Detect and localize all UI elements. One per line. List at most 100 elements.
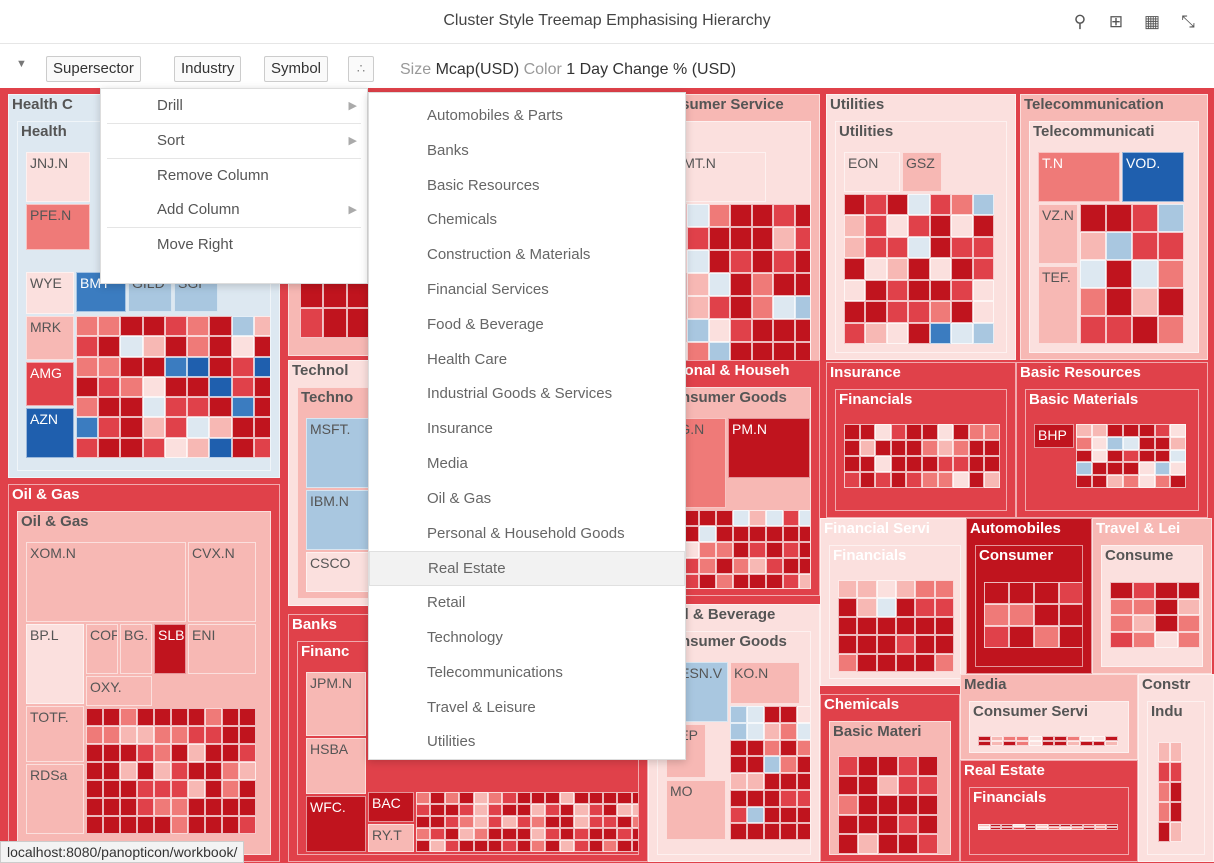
submenu-item[interactable]: Retail xyxy=(369,586,685,621)
leaf-cell[interactable] xyxy=(588,816,603,828)
leaf-cell[interactable] xyxy=(937,472,954,488)
leaf-cell[interactable] xyxy=(799,526,810,542)
leaf-cell[interactable] xyxy=(865,258,887,280)
leaf-cell[interactable] xyxy=(687,319,709,342)
size-value[interactable]: Mcap(USD) xyxy=(436,61,520,78)
leaf-cell[interactable] xyxy=(1154,462,1171,476)
leaf-cell[interactable] xyxy=(934,598,954,617)
leaf-cell[interactable] xyxy=(929,301,952,323)
leaf-cell[interactable]: XOM.N xyxy=(26,542,186,622)
leaf-cell[interactable] xyxy=(875,440,891,456)
leaf-cell[interactable] xyxy=(1080,316,1106,344)
leaf-cell[interactable] xyxy=(430,828,445,840)
leaf-cell[interactable] xyxy=(239,816,256,834)
leaf-cell[interactable] xyxy=(763,756,781,773)
leaf-cell[interactable] xyxy=(838,756,858,776)
leaf-cell[interactable] xyxy=(559,816,575,828)
leaf-cell[interactable] xyxy=(934,635,954,654)
leaf-cell[interactable] xyxy=(222,762,239,780)
leaf-cell[interactable] xyxy=(559,840,575,852)
leaf-cell[interactable] xyxy=(922,456,938,472)
leaf-cell[interactable] xyxy=(708,273,731,296)
leaf-cell[interactable] xyxy=(205,762,222,780)
leaf-cell[interactable] xyxy=(502,792,517,804)
leaf-cell[interactable] xyxy=(142,376,165,398)
leaf-cell[interactable] xyxy=(898,775,918,796)
leaf-cell[interactable] xyxy=(746,773,764,790)
leaf-cell[interactable] xyxy=(898,795,918,815)
leaf-cell[interactable]: CVX.N xyxy=(188,542,256,622)
submenu-item[interactable]: Financial Services xyxy=(369,273,685,308)
leaf-cell[interactable] xyxy=(1170,762,1182,782)
leaf-cell[interactable] xyxy=(631,840,638,852)
treemap-group[interactable]: Real Estate Financials xyxy=(960,760,1138,862)
leaf-cell[interactable] xyxy=(716,526,733,542)
leaf-cell[interactable] xyxy=(205,816,222,834)
leaf-cell[interactable] xyxy=(934,653,954,672)
leaf-cell[interactable] xyxy=(937,440,954,456)
leaf-cell[interactable] xyxy=(908,194,930,216)
leaf-cell[interactable] xyxy=(154,780,171,798)
leaf-cell[interactable] xyxy=(98,376,121,398)
leaf-cell[interactable] xyxy=(1091,462,1108,476)
leaf-cell[interactable] xyxy=(896,653,916,672)
leaf-cell[interactable] xyxy=(1106,316,1132,344)
leaf-cell[interactable] xyxy=(751,227,774,250)
leaf-cell[interactable] xyxy=(154,726,171,744)
leaf-cell[interactable] xyxy=(794,250,810,273)
submenu-item[interactable]: Construction & Materials xyxy=(369,238,685,273)
auto-hierarchy-icon[interactable]: ∴ xyxy=(348,56,374,82)
leaf-cell[interactable] xyxy=(473,792,488,804)
leaf-cell[interactable] xyxy=(730,296,752,319)
leaf-cell[interactable]: WFC. xyxy=(306,796,366,852)
leaf-cell[interactable] xyxy=(531,828,546,840)
leaf-cell[interactable] xyxy=(687,227,709,250)
leaf-cell[interactable] xyxy=(1059,582,1082,604)
leaf-cell[interactable] xyxy=(103,762,120,780)
leaf-cell[interactable] xyxy=(799,574,810,588)
leaf-cell[interactable] xyxy=(972,236,994,259)
submenu-item[interactable]: Technology xyxy=(369,621,685,656)
leaf-cell[interactable] xyxy=(531,804,546,816)
leaf-cell[interactable] xyxy=(984,582,1009,604)
leaf-cell[interactable] xyxy=(857,616,877,636)
leaf-cell[interactable] xyxy=(794,227,810,250)
leaf-cell[interactable] xyxy=(773,273,795,296)
leaf-cell[interactable] xyxy=(749,574,766,588)
leaf-cell[interactable] xyxy=(699,510,716,526)
leaf-cell[interactable] xyxy=(978,741,991,746)
leaf-cell[interactable] xyxy=(76,316,99,337)
leaf-cell[interactable] xyxy=(732,574,750,588)
leaf-cell[interactable] xyxy=(1158,204,1184,232)
leaf-cell[interactable] xyxy=(716,510,733,526)
leaf-cell[interactable] xyxy=(1076,462,1092,476)
leaf-cell[interactable] xyxy=(1132,615,1155,632)
leaf-cell[interactable] xyxy=(1170,424,1186,437)
leaf-cell[interactable] xyxy=(708,204,731,227)
leaf-cell[interactable] xyxy=(865,236,887,259)
leaf-cell[interactable] xyxy=(730,722,747,740)
leaf-cell[interactable] xyxy=(844,440,860,456)
leaf-cell[interactable] xyxy=(1158,742,1170,762)
leaf-cell[interactable] xyxy=(1048,827,1060,830)
leaf-cell[interactable] xyxy=(951,194,973,216)
menu-item-sort[interactable]: Sort ▶ xyxy=(101,124,367,158)
leaf-cell[interactable] xyxy=(1076,424,1092,437)
leaf-cell[interactable] xyxy=(773,319,795,342)
leaf-cell[interactable] xyxy=(1132,316,1158,344)
leaf-cell[interactable] xyxy=(1170,782,1182,802)
leaf-cell[interactable] xyxy=(142,417,165,438)
leaf-cell[interactable] xyxy=(164,397,188,418)
submenu-item[interactable]: Telecommunications xyxy=(369,656,685,691)
leaf-cell[interactable] xyxy=(951,236,973,259)
leaf-cell[interactable] xyxy=(844,456,860,472)
leaf-cell[interactable] xyxy=(838,598,858,617)
leaf-cell[interactable] xyxy=(1154,475,1171,488)
leaf-cell[interactable] xyxy=(602,828,618,840)
leaf-cell[interactable] xyxy=(86,780,103,798)
submenu-item[interactable]: Banks xyxy=(369,134,685,169)
treemap-group[interactable]: Oil & Gas Oil & Gas XOM.N CVX.N BP.L COP BG. SL… xyxy=(8,484,280,862)
leaf-cell[interactable]: T.N xyxy=(1038,152,1120,202)
leaf-cell[interactable]: AZN xyxy=(26,408,74,458)
leaf-cell[interactable] xyxy=(231,437,254,458)
